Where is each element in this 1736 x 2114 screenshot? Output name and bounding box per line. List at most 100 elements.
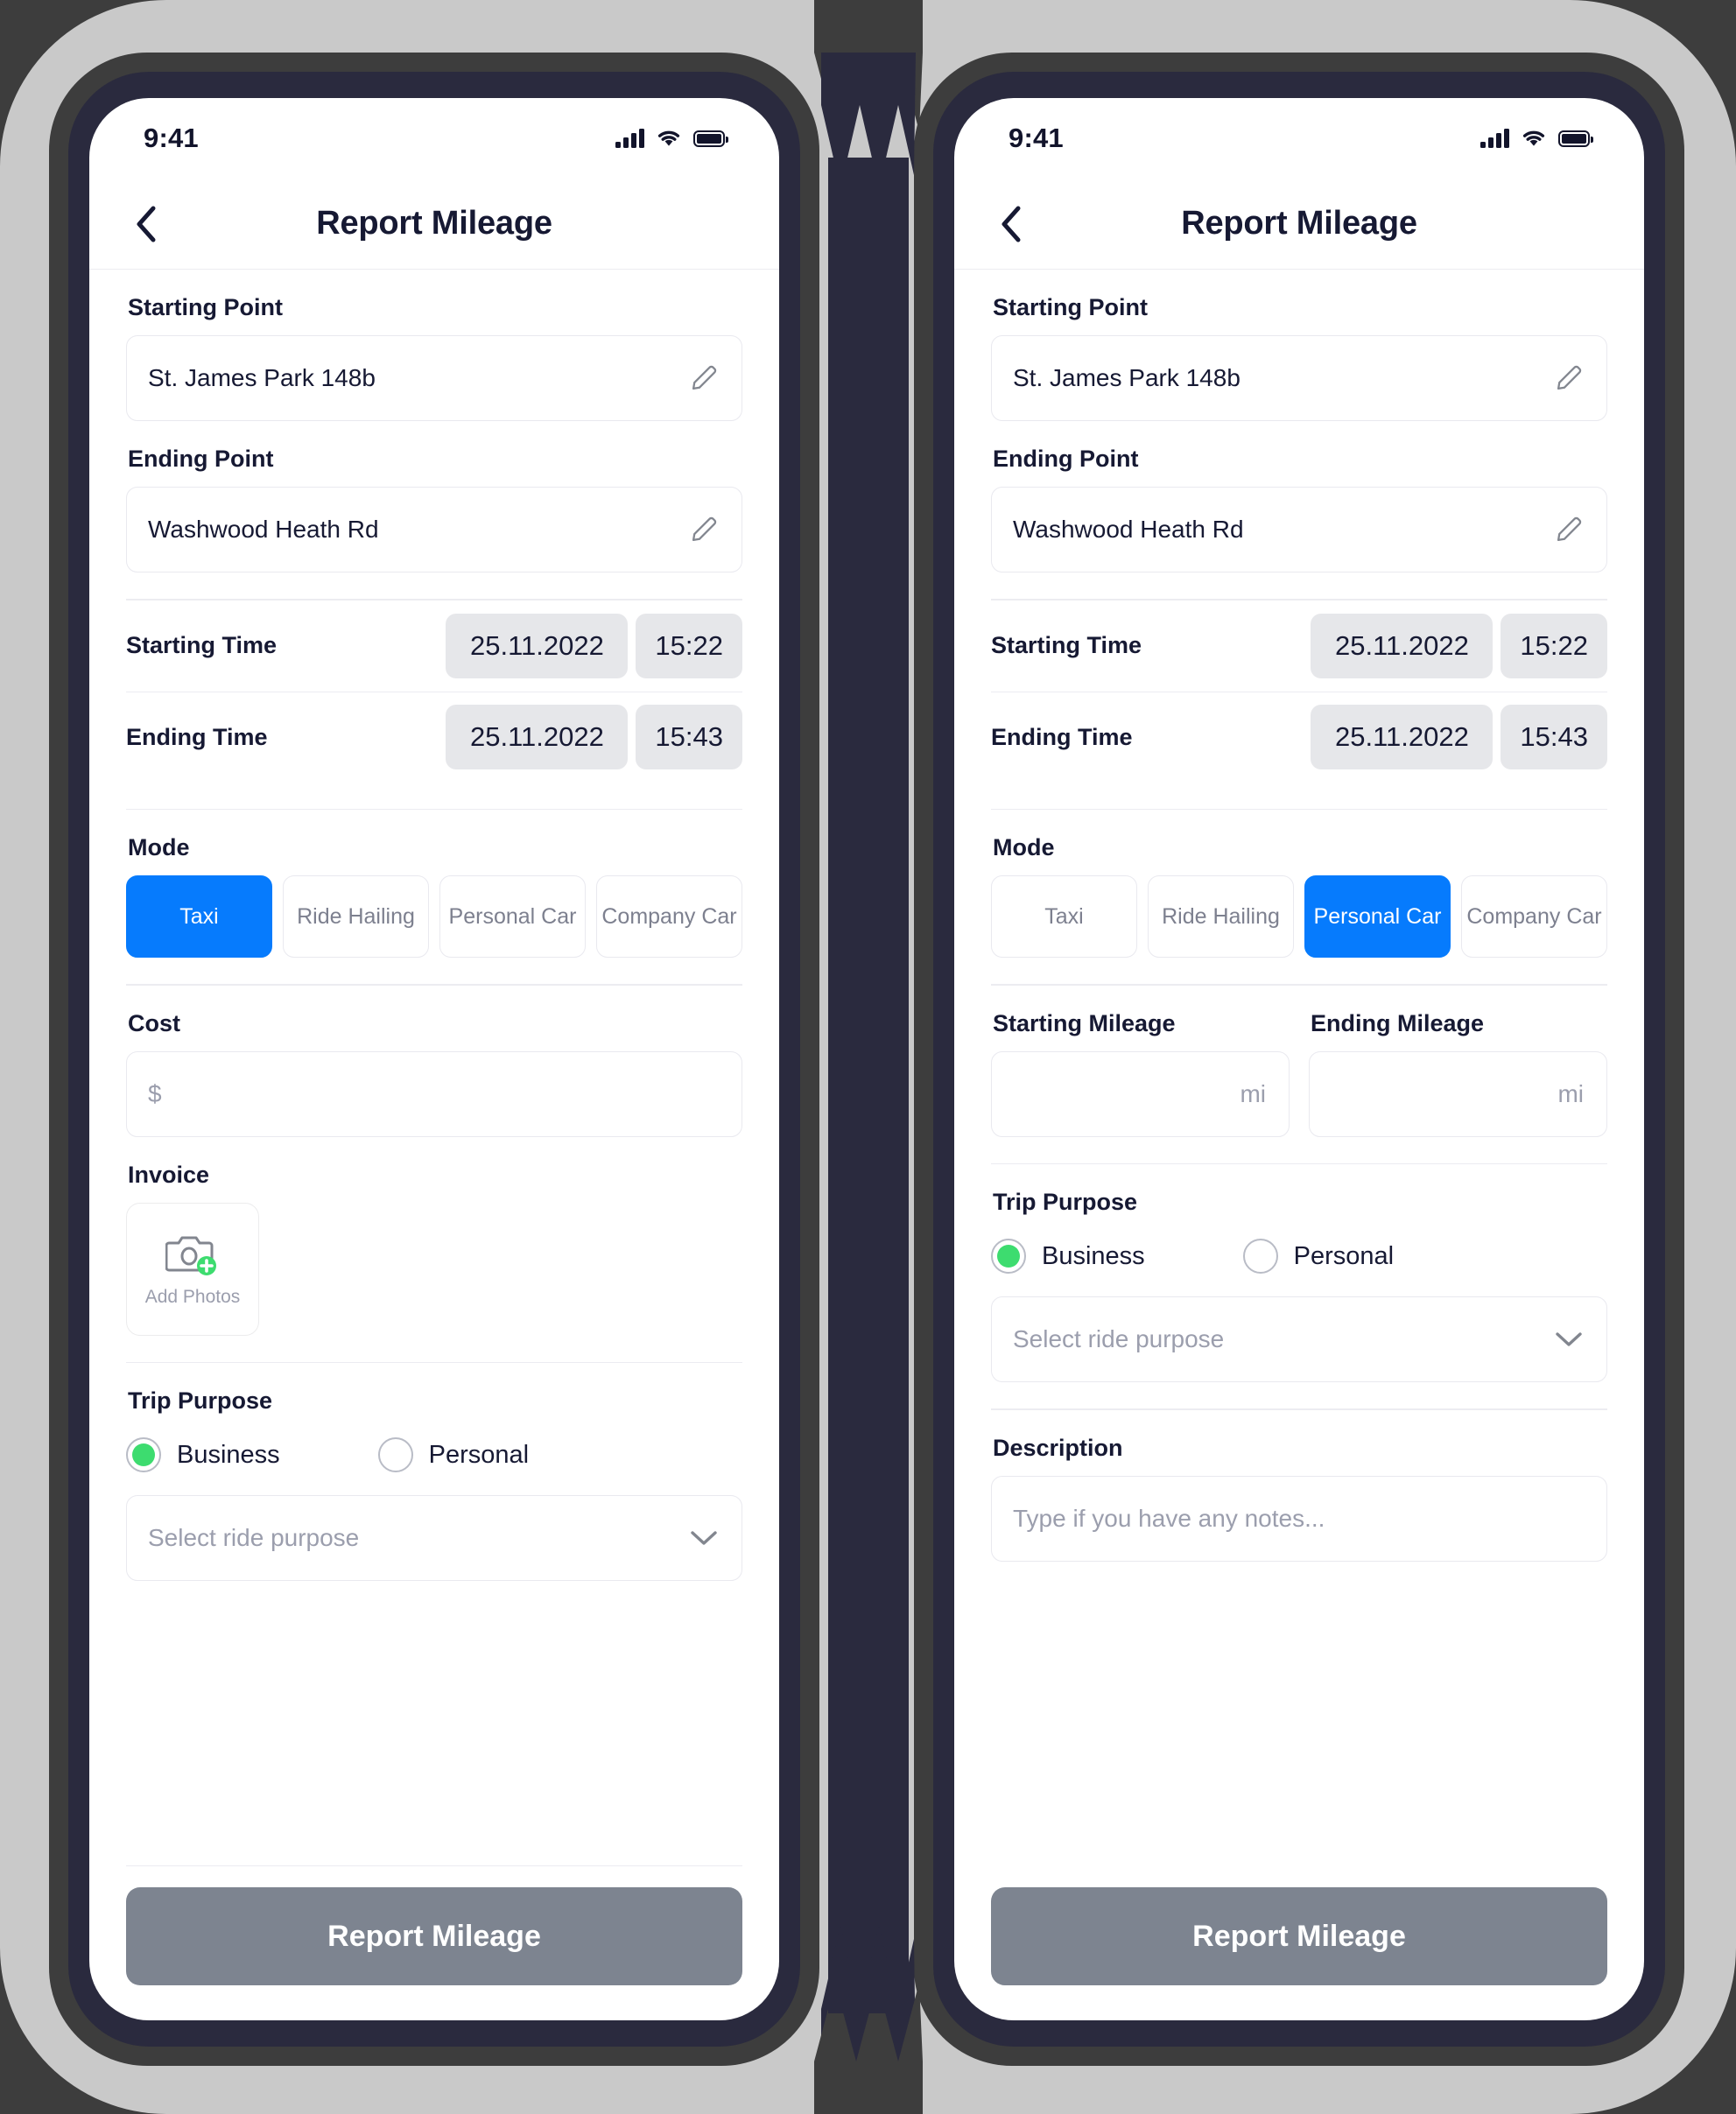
ending-point-value: Washwood Heath Rd xyxy=(1013,516,1244,543)
ending-mileage-label: Ending Mileage xyxy=(1311,1009,1485,1036)
trip-purpose-radios: Business Personal xyxy=(126,1429,742,1476)
invoice-label: Invoice xyxy=(128,1161,210,1188)
radio-personal-dot xyxy=(377,1437,413,1472)
starting-mileage-group: Starting Mileage mi xyxy=(991,986,1290,1137)
starting-point-field[interactable]: St. James Park 148b xyxy=(991,335,1607,421)
mode-option-taxi[interactable]: Taxi xyxy=(991,875,1137,958)
add-photos-label: Add Photos xyxy=(144,1286,241,1307)
add-photos-button[interactable]: Add Photos xyxy=(126,1202,259,1336)
report-mileage-button[interactable]: Report Mileage xyxy=(991,1887,1607,1985)
radio-business[interactable]: Business xyxy=(991,1239,1145,1274)
radio-personal[interactable]: Personal xyxy=(377,1437,530,1472)
chevron-down-icon xyxy=(1556,1332,1582,1346)
back-button[interactable] xyxy=(987,200,1035,248)
ending-mileage-group: Ending Mileage mi xyxy=(1309,986,1607,1137)
ending-date-chip[interactable]: 25.11.2022 xyxy=(1311,705,1494,769)
ending-time-label: Ending Time xyxy=(991,723,1133,750)
mode-option-taxi[interactable]: Taxi xyxy=(126,875,272,958)
ending-time-chip[interactable]: 15:43 xyxy=(636,705,742,769)
starting-time-row: Starting Time 25.11.2022 15:22 xyxy=(991,600,1607,692)
wifi-icon xyxy=(657,130,680,146)
radio-business[interactable]: Business xyxy=(126,1437,280,1472)
ending-point-field[interactable]: Washwood Heath Rd xyxy=(991,487,1607,572)
mode-option-personal-car[interactable]: Personal Car xyxy=(439,875,586,958)
ride-purpose-placeholder: Select ride purpose xyxy=(148,1524,360,1551)
starting-time-chip[interactable]: 15:22 xyxy=(636,613,742,678)
signal-bars-icon xyxy=(1480,129,1509,148)
chevron-left-icon xyxy=(137,206,156,242)
starting-date-chip[interactable]: 25.11.2022 xyxy=(446,613,629,678)
description-label: Description xyxy=(993,1434,1123,1461)
pencil-icon[interactable] xyxy=(689,363,719,393)
radio-personal-label: Personal xyxy=(1293,1241,1395,1270)
mode-option-personal-car[interactable]: Personal Car xyxy=(1304,875,1451,958)
report-mileage-button[interactable]: Report Mileage xyxy=(126,1887,742,1985)
description-placeholder: Type if you have any notes... xyxy=(1013,1504,1325,1532)
mode-options: Taxi Ride Hailing Personal Car Company C… xyxy=(126,875,742,958)
ride-purpose-placeholder: Select ride purpose xyxy=(1013,1325,1225,1352)
mode-option-company-car[interactable]: Company Car xyxy=(596,875,742,958)
starting-date-chip[interactable]: 25.11.2022 xyxy=(1311,613,1494,678)
status-time: 9:41 xyxy=(1009,123,1064,153)
trip-purpose-label: Trip Purpose xyxy=(993,1189,1138,1215)
radio-personal-label: Personal xyxy=(428,1440,530,1469)
pencil-icon[interactable] xyxy=(1554,515,1584,544)
status-bar: 9:41 xyxy=(89,98,779,179)
camera-add-icon xyxy=(165,1236,216,1275)
starting-time-chip[interactable]: 15:22 xyxy=(1501,613,1607,678)
page-title: Report Mileage xyxy=(316,205,552,242)
starting-point-label: Starting Point xyxy=(128,294,283,320)
mode-option-ride-hailing[interactable]: Ride Hailing xyxy=(283,875,429,958)
back-button[interactable] xyxy=(123,200,170,248)
ending-point-field[interactable]: Washwood Heath Rd xyxy=(126,487,742,572)
radio-personal[interactable]: Personal xyxy=(1242,1239,1395,1274)
starting-point-label: Starting Point xyxy=(993,294,1148,320)
ending-mileage-unit: mi xyxy=(1557,1079,1584,1107)
wifi-icon xyxy=(1522,130,1545,146)
radio-personal-dot xyxy=(1242,1239,1278,1274)
starting-mileage-field[interactable]: mi xyxy=(991,1050,1290,1137)
nav-bar: Report Mileage xyxy=(89,179,779,270)
battery-full-icon xyxy=(1558,130,1593,147)
phone-bezel-left: 9:41 Report Mileage Starting Point St. J… xyxy=(68,72,800,2047)
screen-taxi-variant: 9:41 Report Mileage Starting Point St. J… xyxy=(89,98,779,2020)
pencil-icon[interactable] xyxy=(1554,363,1584,393)
trip-purpose-radios: Business Personal xyxy=(991,1230,1607,1277)
phone-frame-right: 9:41 Report Mileage Starting Point St. J… xyxy=(914,53,1684,2066)
mode-label: Mode xyxy=(128,834,190,860)
starting-point-value: St. James Park 148b xyxy=(148,364,376,391)
radio-business-label: Business xyxy=(177,1440,280,1469)
cost-placeholder: $ xyxy=(148,1079,162,1107)
page-title: Report Mileage xyxy=(1181,205,1417,242)
ending-point-value: Washwood Heath Rd xyxy=(148,516,379,543)
cost-field[interactable]: $ xyxy=(126,1050,742,1137)
ending-time-row: Ending Time 25.11.2022 15:43 xyxy=(126,691,742,783)
ending-mileage-field[interactable]: mi xyxy=(1309,1050,1607,1137)
pencil-icon[interactable] xyxy=(689,515,719,544)
ending-time-label: Ending Time xyxy=(126,723,268,750)
status-icons xyxy=(615,129,728,148)
phone-bezel-right: 9:41 Report Mileage Starting Point St. J… xyxy=(933,72,1665,2047)
form-content: Starting Point St. James Park 148b Endin… xyxy=(954,270,1644,1866)
ending-time-chip[interactable]: 15:43 xyxy=(1501,705,1607,769)
starting-time-label: Starting Time xyxy=(126,632,278,658)
screen-personal-car-variant: 9:41 Report Mileage Starting Point St. J… xyxy=(954,98,1644,2020)
ending-point-label: Ending Point xyxy=(128,446,274,472)
cta-container: Report Mileage xyxy=(89,1866,779,2020)
starting-time-row: Starting Time 25.11.2022 15:22 xyxy=(126,600,742,692)
chevron-down-icon xyxy=(691,1531,717,1545)
description-field[interactable]: Type if you have any notes... xyxy=(991,1475,1607,1562)
mode-option-company-car[interactable]: Company Car xyxy=(1461,875,1607,958)
radio-business-dot xyxy=(126,1437,161,1472)
starting-mileage-label: Starting Mileage xyxy=(993,1009,1176,1036)
mode-options: Taxi Ride Hailing Personal Car Company C… xyxy=(991,875,1607,958)
radio-business-dot xyxy=(991,1239,1026,1274)
trip-purpose-label: Trip Purpose xyxy=(128,1387,273,1414)
mode-label: Mode xyxy=(993,834,1055,860)
starting-time-label: Starting Time xyxy=(991,632,1142,658)
starting-point-field[interactable]: St. James Park 148b xyxy=(126,335,742,421)
ride-purpose-select[interactable]: Select ride purpose xyxy=(991,1296,1607,1382)
ride-purpose-select[interactable]: Select ride purpose xyxy=(126,1495,742,1581)
ending-date-chip[interactable]: 25.11.2022 xyxy=(446,705,629,769)
mode-option-ride-hailing[interactable]: Ride Hailing xyxy=(1148,875,1294,958)
